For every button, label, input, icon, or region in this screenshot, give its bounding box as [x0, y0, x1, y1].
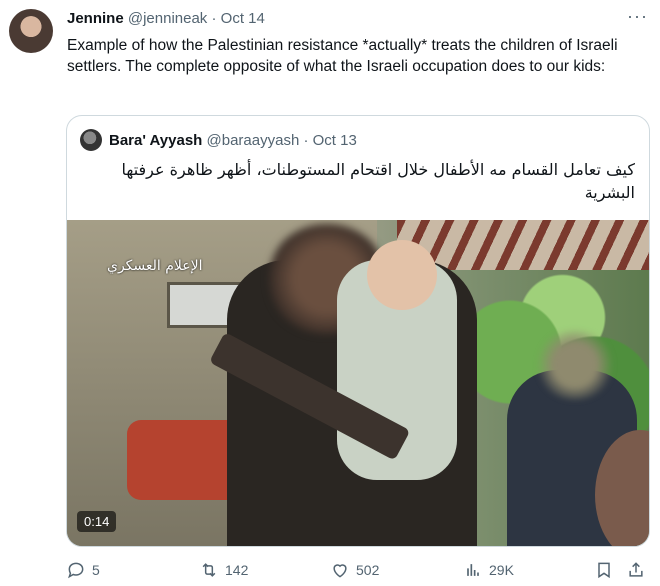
quote-separator: · — [303, 132, 309, 149]
quoted-tweet[interactable]: Bara' Ayyash @baraayyash · Oct 13 كيف تع… — [66, 115, 650, 547]
retweet-button[interactable]: 142 — [199, 560, 248, 580]
bookmark-button[interactable] — [594, 560, 614, 580]
author-avatar[interactable] — [9, 9, 53, 53]
quote-author-handle: @baraayyash — [206, 132, 300, 149]
video-watermark-logo: الإعلام العسكري — [107, 258, 203, 274]
views-icon — [467, 564, 479, 576]
share-button[interactable] — [626, 560, 646, 580]
video-frame-child-head — [367, 240, 437, 310]
reply-button[interactable]: 5 — [66, 560, 100, 580]
reply-icon — [68, 562, 84, 579]
quote-date: Oct 13 — [312, 132, 357, 149]
like-count: 502 — [356, 562, 380, 578]
quote-author-name: Bara' Ayyash — [109, 132, 203, 149]
tweet-text: Example of how the Palestinian resistanc… — [67, 37, 618, 75]
quote-text: كيف تعامل القسام مه الأطفال خلال اقتحام … — [121, 160, 635, 202]
tweet-date[interactable]: Oct 14 — [221, 10, 265, 27]
quote-author-avatar — [80, 129, 102, 151]
retweet-icon — [202, 563, 216, 577]
bookmark-icon — [598, 562, 610, 579]
more-icon[interactable]: ··· — [627, 6, 648, 27]
tweet-header: Jennine @jennineak · Oct 14 — [67, 10, 265, 27]
views-button[interactable]: 29K — [463, 560, 514, 580]
tweet-actions: 5 142 502 29K — [66, 560, 656, 584]
quote-header: Bara' Ayyash @baraayyash · Oct 13 — [109, 132, 357, 149]
share-icon — [629, 562, 643, 577]
separator: · — [211, 10, 217, 27]
like-icon — [333, 564, 347, 578]
author-handle[interactable]: @jennineak — [128, 10, 207, 27]
retweet-count: 142 — [225, 562, 249, 578]
video-duration: 0:14 — [77, 511, 117, 532]
views-count: 29K — [489, 562, 514, 578]
reply-count: 5 — [92, 562, 100, 578]
author-name[interactable]: Jennine — [67, 10, 124, 27]
like-button[interactable]: 502 — [330, 560, 379, 580]
blurred-face-2 — [535, 330, 615, 400]
video-player[interactable]: الإعلام العسكري 0:14 — [67, 220, 649, 546]
